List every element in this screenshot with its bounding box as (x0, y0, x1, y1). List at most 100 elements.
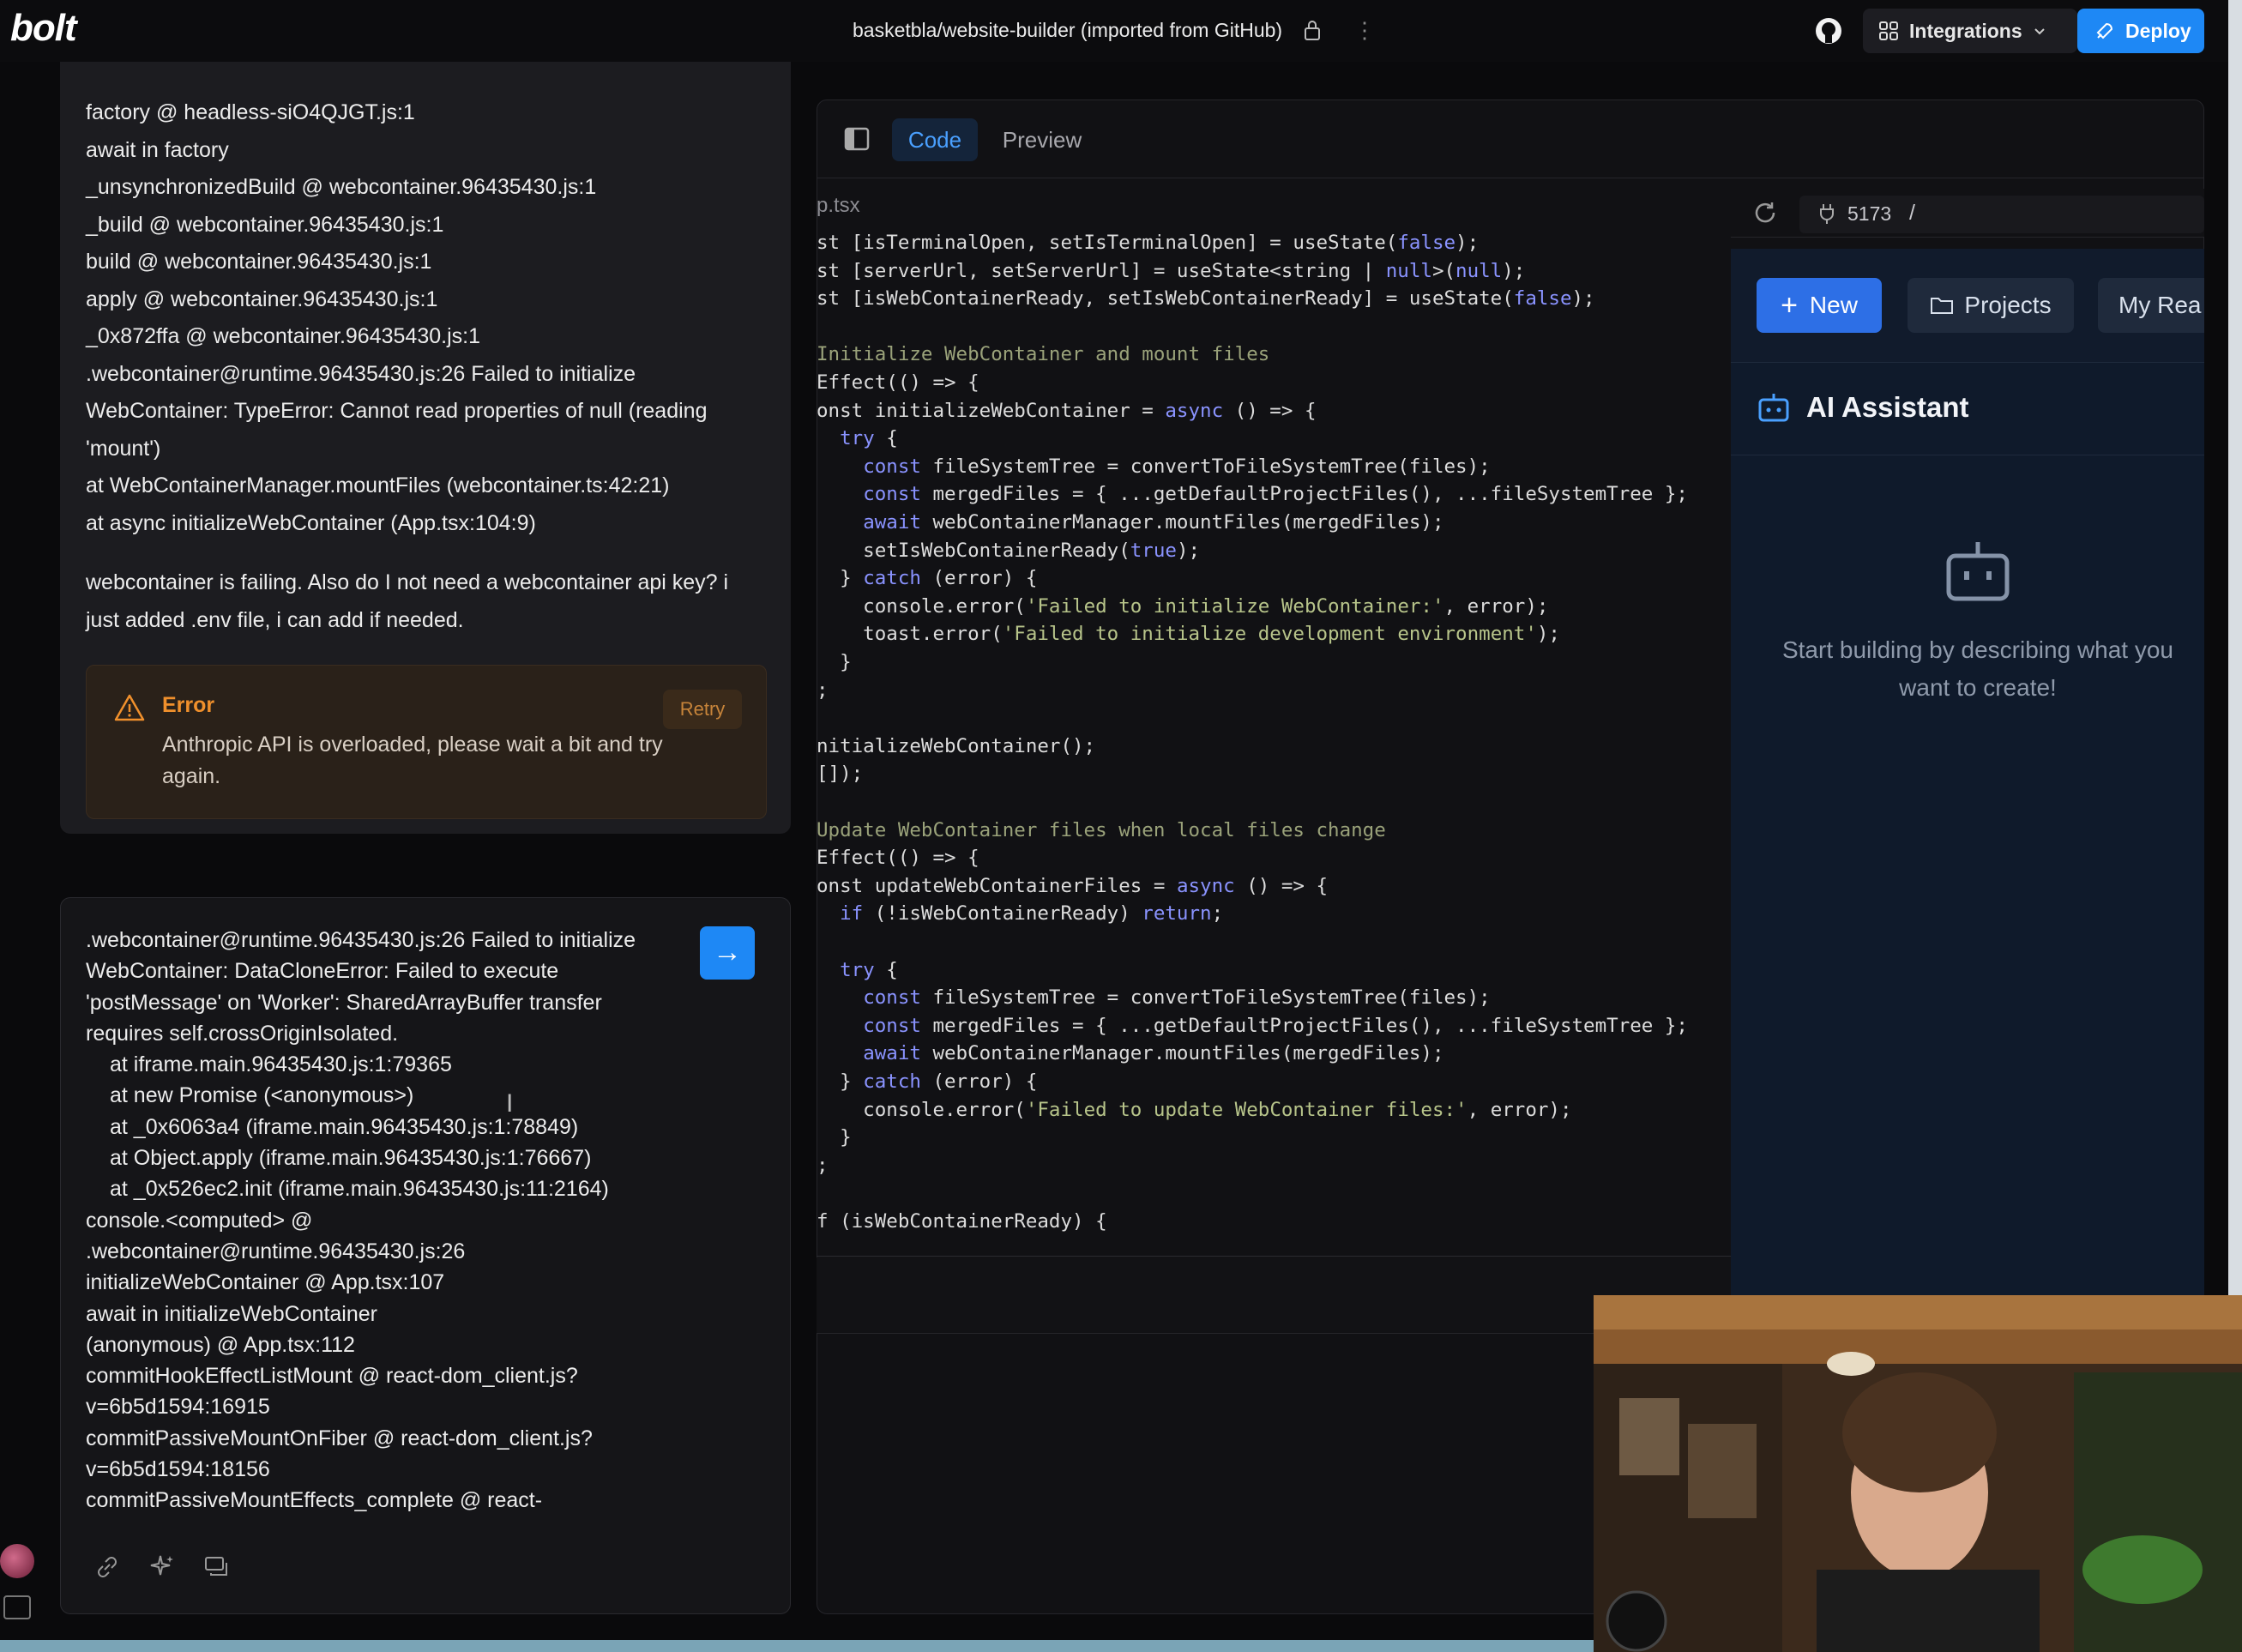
rocket-icon (2096, 22, 2113, 39)
code-line: await webContainerManager.mountFiles(mer… (863, 1042, 1444, 1065)
code-line: } catch (error) { (817, 1070, 1038, 1093)
input-line: console.<computed> @ (86, 1208, 313, 1233)
code-line: Initialize WebContainer and mount files (817, 343, 1270, 366)
log-line: _unsynchronizedBuild @ webcontainer.9643… (86, 175, 597, 199)
tab-preview[interactable]: Preview (986, 118, 1098, 161)
code-line: Update WebContainer files when local fil… (817, 818, 1386, 841)
error-log: factory @ headless-siO4QJGT.js:1 await i… (86, 94, 772, 542)
my-projects-button[interactable]: My Rea (2098, 278, 2204, 333)
tab-code[interactable]: Code (892, 118, 978, 161)
input-line: commitPassiveMountEffects_complete @ rea… (86, 1488, 543, 1513)
lock-icon (1305, 21, 1320, 40)
window-edge (2228, 0, 2242, 1295)
input-line: v=6b5d1594:16915 (86, 1395, 270, 1420)
input-line: .webcontainer@runtime.96435430.js:26 Fai… (86, 928, 636, 952)
code-line: st [isTerminalOpen, setIsTerminalOpen] =… (817, 232, 1480, 254)
code-line: } (817, 651, 852, 673)
log-line: at async initializeWebContainer (App.tsx… (86, 510, 536, 535)
input-line: commitPassiveMountOnFiber @ react-dom_cl… (86, 1426, 593, 1450)
attach-link-icon[interactable] (93, 1553, 122, 1582)
code-line: toast.error('Failed to initialize develo… (817, 623, 1560, 646)
webcam-overlay (1594, 1295, 2242, 1652)
bot-icon (1758, 394, 1789, 422)
integrations-button[interactable]: Integrations (1863, 9, 2077, 53)
code-line: st [serverUrl, setServerUrl] = useState<… (817, 259, 1526, 282)
sidebar-toggle-icon[interactable] (3, 1595, 31, 1619)
input-line: 'postMessage' on 'Worker': SharedArrayBu… (86, 990, 602, 1015)
integrations-label: Integrations (1909, 19, 2022, 42)
ai-assistant-title: AI Assistant (1806, 391, 1969, 423)
file-tab[interactable]: p.tsx (817, 194, 860, 218)
input-line: v=6b5d1594:18156 (86, 1457, 270, 1482)
code-line: []); (817, 763, 864, 786)
chat-input-field[interactable]: .webcontainer@runtime.96435430.js:26 Fai… (86, 925, 703, 1516)
code-line: const mergedFiles = { ...getDefaultProje… (863, 483, 1688, 506)
error-card: Error Anthropic API is overloaded, pleas… (86, 665, 767, 819)
code-line: onst updateWebContainerFiles = async () … (817, 874, 1329, 897)
input-line: .webcontainer@runtime.96435430.js:26 (86, 1239, 466, 1263)
plus-icon: + (1781, 289, 1798, 322)
error-message: Anthropic API is overloaded, please wait… (162, 733, 663, 788)
log-line: _0x872ffa @ webcontainer.96435430.js:1 (86, 324, 480, 348)
robot-icon (1946, 542, 2010, 601)
code-line: onst initializeWebContainer = async () =… (817, 399, 1317, 422)
projects-label: Projects (1964, 292, 2052, 318)
code-line: } catch (error) { (817, 567, 1038, 590)
enhance-prompt-icon[interactable] (148, 1553, 177, 1582)
code-line: } (817, 1126, 852, 1149)
input-line: at iframe.main.96435430.js:1:79365 (110, 1052, 452, 1077)
text-cursor-icon: I (506, 1089, 514, 1118)
log-line: build @ webcontainer.96435430.js:1 (86, 250, 432, 274)
discuss-icon[interactable] (202, 1553, 232, 1582)
code-line: setIsWebContainerReady(true); (817, 539, 1201, 562)
user-avatar[interactable] (0, 1544, 34, 1578)
retry-button[interactable]: Retry (663, 690, 742, 729)
deploy-button[interactable]: Deploy (2077, 9, 2204, 53)
input-line: initializeWebContainer @ App.tsx:107 (86, 1270, 445, 1295)
code-line: nitializeWebContainer(); (817, 734, 1096, 757)
input-line: at _0x6063a4 (iframe.main.96435430.js:1:… (110, 1114, 579, 1139)
log-line: _build @ webcontainer.96435430.js:1 (86, 212, 444, 237)
code-line: console.error('Failed to initialize WebC… (817, 594, 1549, 618)
code-editor[interactable]: st [isTerminalOpen, setIsTerminalOpen] =… (817, 218, 1731, 1256)
input-line: commitHookEffectListMount @ react-dom_cl… (86, 1364, 578, 1389)
project-title[interactable]: basketbla/website-builder (imported from… (853, 19, 1282, 42)
chevron-down-icon (2034, 28, 2045, 35)
code-line: await webContainerManager.mountFiles(mer… (863, 511, 1444, 534)
input-line: at new Promise (<anonymous>) (110, 1083, 414, 1108)
input-line: requires self.crossOriginIsolated. (86, 1021, 399, 1046)
input-line: (anonymous) @ App.tsx:112 (86, 1332, 355, 1357)
log-line: .webcontainer@runtime.96435430.js:26 Fai… (86, 361, 636, 386)
code-line: const fileSystemTree = convertToFileSyst… (863, 986, 1491, 1010)
input-toolbar (93, 1553, 232, 1582)
code-line: st [isWebContainerReady, setIsWebContain… (817, 287, 1595, 311)
more-options-icon[interactable]: ⋮ (1353, 19, 1376, 43)
input-line: at _0x526ec2.init (iframe.main.96435430.… (110, 1177, 609, 1202)
log-line: factory @ headless-siO4QJGT.js:1 (86, 100, 415, 124)
send-button[interactable]: → (700, 926, 755, 980)
url-path[interactable]: / (1909, 201, 1915, 226)
reload-icon[interactable] (1751, 199, 1779, 226)
bottom-bar (0, 1640, 1594, 1652)
code-line: console.error('Failed to update WebConta… (817, 1098, 1572, 1121)
new-project-button[interactable]: + New (1757, 278, 1882, 333)
input-line: await in initializeWebContainer (86, 1301, 377, 1326)
bolt-logo[interactable]: bolt (10, 7, 77, 50)
new-label: New (1809, 292, 1858, 318)
log-line: 'mount') (86, 436, 161, 461)
code-line: const fileSystemTree = convertToFileSyst… (863, 455, 1491, 478)
code-line: ; (817, 1154, 829, 1177)
panel-toggle-icon[interactable] (844, 127, 870, 151)
deploy-label: Deploy (2125, 19, 2191, 42)
editor-divider (817, 1256, 1731, 1257)
plug-icon (1820, 204, 1834, 224)
code-line: try { (840, 427, 898, 450)
input-line: at Object.apply (iframe.main.96435430.js… (110, 1146, 592, 1171)
integrations-icon (1879, 21, 1898, 40)
input-line: WebContainer: DataCloneError: Failed to … (86, 959, 559, 984)
github-icon[interactable] (1813, 15, 1844, 46)
code-line: try { (840, 958, 898, 981)
code-line: if (!isWebContainerReady) return; (840, 902, 1224, 925)
projects-button[interactable]: Projects (1908, 278, 2074, 333)
warning-icon (114, 694, 145, 721)
